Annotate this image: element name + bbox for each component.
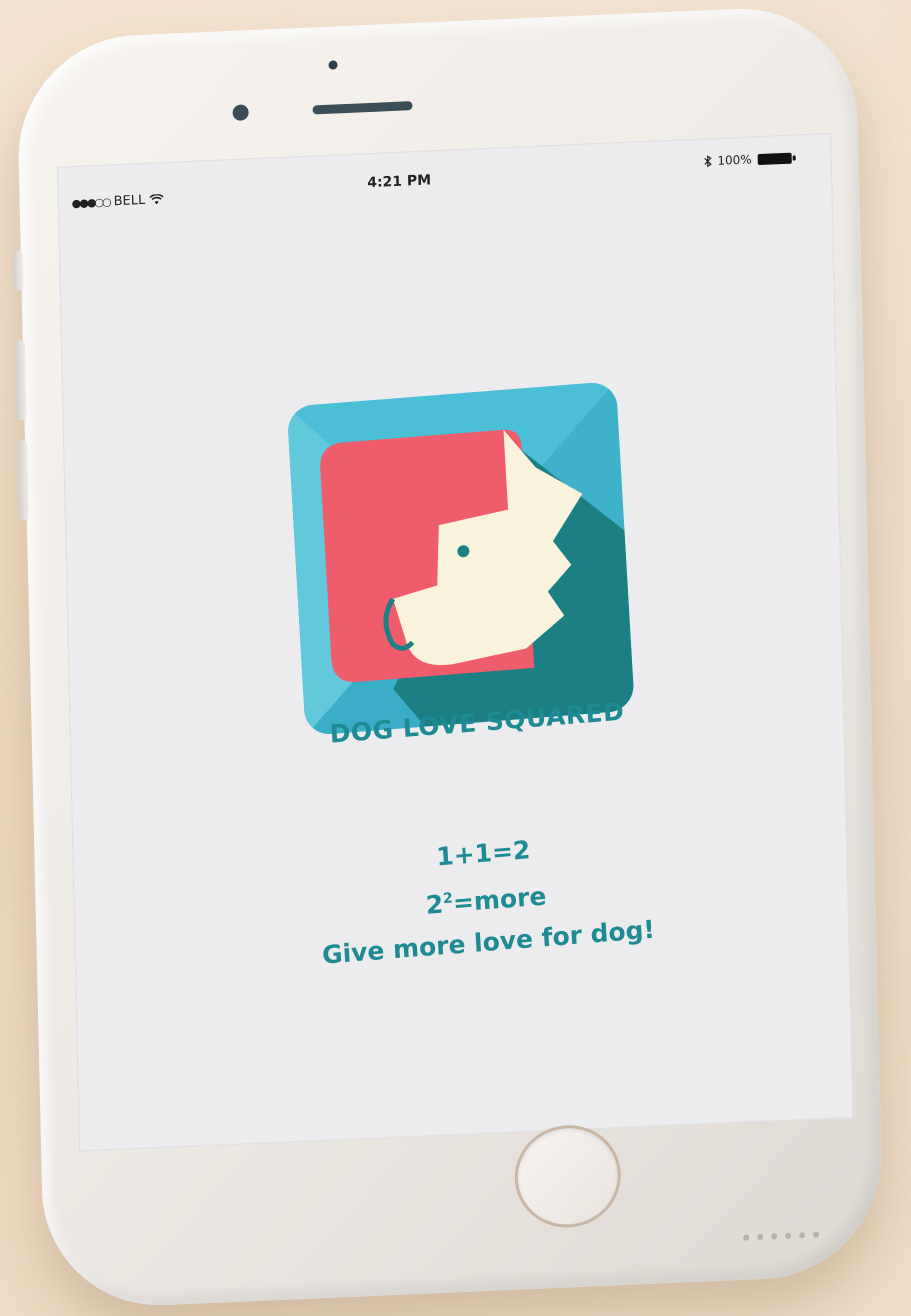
speaker-grille — [743, 1231, 820, 1241]
carrier-info: ●●●○○ BELL — [72, 192, 164, 211]
earpiece-speaker — [312, 101, 413, 115]
phone-screen: ●●●○○ BELL 4:21 PM 100% DOG LOVE SQUARED… — [56, 132, 854, 1152]
status-time: 4:21 PM — [367, 172, 432, 192]
wifi-icon — [149, 194, 164, 205]
front-camera — [232, 104, 249, 121]
proximity-sensor — [328, 60, 338, 70]
tagline: 1+1=2 22=more Give more love for dog! — [71, 804, 852, 996]
dog-face-icon[interactable] — [286, 380, 635, 737]
phone-scene: ●●●○○ BELL 4:21 PM 100% DOG LOVE SQUARED… — [0, 0, 911, 1316]
carrier-name: BELL — [113, 192, 146, 210]
phone-body: ●●●○○ BELL 4:21 PM 100% DOG LOVE SQUARED… — [12, 3, 885, 1311]
bluetooth-icon — [703, 155, 712, 168]
home-button[interactable] — [513, 1123, 622, 1230]
volume-down-button[interactable] — [17, 440, 29, 521]
battery-percent: 100% — [717, 152, 752, 168]
signal-strength-icon: ●●●○○ — [71, 195, 110, 211]
tagline-rest: =more — [452, 881, 548, 918]
battery-icon — [757, 152, 792, 165]
tagline-base: 2 — [425, 889, 445, 920]
status-bar: ●●●○○ BELL 4:21 PM 100% — [57, 133, 833, 227]
status-right: 100% — [703, 151, 792, 169]
volume-up-button[interactable] — [14, 340, 27, 421]
mute-switch[interactable] — [12, 250, 24, 291]
